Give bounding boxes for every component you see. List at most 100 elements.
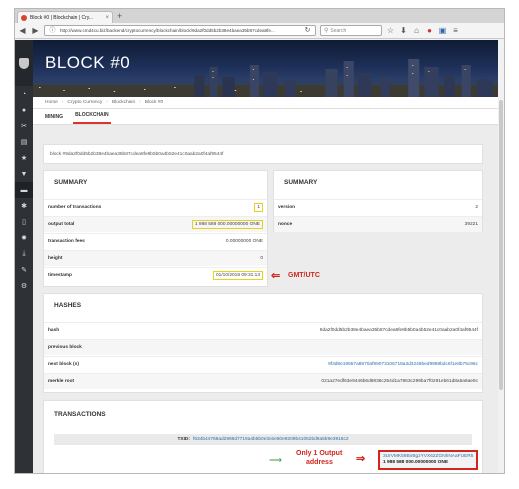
- tab-mining[interactable]: MINING: [43, 114, 65, 124]
- output-box: 3UrVMK59BnBgzYVX62ZGNhNAaFUER5 1 988 588…: [378, 450, 478, 470]
- row-label: hash: [48, 328, 60, 333]
- timestamp-annotation: GMT/UTC: [288, 272, 320, 279]
- sidebar-item-layers[interactable]: ▤: [15, 134, 33, 150]
- txid-link[interactable]: f634b44768ad2998d7719a4b5b0e3c6e50e9209b…: [193, 437, 349, 442]
- download-icon: ⤓: [22, 250, 26, 257]
- tab-title: Block #0 | Blockchain | Cry...: [30, 14, 94, 21]
- sidebar-item-star[interactable]: ★: [15, 150, 33, 166]
- breadcrumb-blockchain[interactable]: Blockchain: [112, 100, 135, 105]
- breadcrumb-separator: ›: [139, 100, 141, 105]
- row-label: merkle root: [48, 379, 75, 384]
- output-arrow-icon: ⇒: [356, 453, 366, 465]
- scrollbar-thumb[interactable]: [499, 100, 503, 390]
- hash-row: hash 9da2f0dd5b2b38e4baea35b87cdea8fe8b5…: [44, 322, 482, 338]
- merkle-root-row: merkle root 021a27edf63e9446b6d8836c254d…: [44, 373, 482, 389]
- new-tab-button[interactable]: +: [117, 11, 122, 21]
- row-label: number of transactions: [48, 205, 102, 210]
- hashes-title: HASHES: [54, 302, 82, 309]
- sidebar-item-user[interactable]: ●: [15, 102, 33, 118]
- breadcrumb-block: Block #0: [144, 100, 164, 105]
- summary-panel-right: SUMMARY version 2 nonce 39221: [273, 170, 483, 232]
- menu-icon[interactable]: ≡: [451, 26, 460, 36]
- breadcrumb-crypto-currency[interactable]: Crypto Currency: [67, 100, 102, 105]
- tab-strip: Block #0 | Blockchain | Cry... × +: [15, 9, 504, 23]
- browser-tab[interactable]: Block #0 | Blockchain | Cry... ×: [17, 11, 113, 23]
- summary-panel-left: SUMMARY number of transactions 1 output …: [43, 170, 268, 287]
- forward-icon[interactable]: ▶: [31, 26, 40, 36]
- back-icon[interactable]: ◀: [18, 26, 27, 36]
- row-value: 0.00000000 ONE: [225, 239, 263, 244]
- tab-blockchain[interactable]: BLOCKCHAIN: [73, 112, 111, 124]
- gear-icon: ✹: [21, 235, 27, 242]
- timestamp-arrow-icon: ⇐: [271, 270, 281, 282]
- summary-title: SUMMARY: [284, 179, 318, 186]
- tools-icon: ✂: [21, 123, 27, 130]
- page-scrollbar[interactable]: [498, 40, 504, 473]
- sidebar-item-asterisk[interactable]: ✱: [15, 198, 33, 214]
- download-icon[interactable]: ⬇: [399, 26, 408, 36]
- star-icon: ★: [20, 155, 28, 162]
- row-label: height: [48, 256, 63, 261]
- next-block-link[interactable]: 9f3d8e19557a8870af99073106718a3d3249bed9…: [328, 362, 478, 367]
- search-input[interactable]: ⚲ Search: [320, 25, 382, 36]
- row-label: timestamp: [48, 273, 72, 278]
- pen-icon: ✎: [21, 267, 27, 274]
- reload-icon[interactable]: ↻: [303, 26, 312, 36]
- sidebar-item-config[interactable]: ⚙: [15, 278, 33, 294]
- sidebar-item-dashboard[interactable]: ◔: [15, 86, 33, 102]
- sidebar-item-tools[interactable]: ✂: [15, 118, 33, 134]
- row-value: 9da2f0dd5b2b38e4baea35b87cdea8fe8b5b0a4b…: [319, 328, 478, 333]
- user-icon: ●: [21, 106, 27, 114]
- breadcrumb: Home › Crypto Currency › Blockchain › Bl…: [33, 97, 504, 109]
- page-header: BLOCK #0: [33, 40, 504, 97]
- sidebar-item-cart[interactable]: ▼: [15, 166, 33, 182]
- txid-label: TXID:: [177, 437, 190, 442]
- row-value: 2: [475, 205, 478, 210]
- close-tab-icon[interactable]: ×: [105, 15, 109, 21]
- next-block-row: next block (s) 9f3d8e19557a8870af9907310…: [44, 356, 482, 372]
- main-content: BLOCK #0 Home › Crypto Currency › Blockc…: [33, 40, 504, 473]
- app-sidebar: ◔ ● ✂ ▤ ★ ▼ ▬ ✱ ▯ ✹ ⤓ ✎ ⚙: [15, 40, 33, 473]
- shield-logo-icon: [19, 57, 29, 69]
- info-icon[interactable]: ⓘ: [48, 26, 57, 36]
- section-tabs: MINING BLOCKCHAIN: [33, 109, 504, 125]
- home-icon[interactable]: ⌂: [412, 26, 421, 36]
- hashes-panel: HASHES hash 9da2f0dd5b2b38e4baea35b87cde…: [43, 293, 483, 393]
- summary-row-timestamp: timestamp 01/10/2018 09:31:13: [44, 267, 267, 283]
- cart-icon: ▼: [20, 170, 28, 178]
- row-value: 1 988 588 000.00000000 ONE: [191, 220, 263, 229]
- row-label: previous block: [48, 345, 82, 350]
- addon-icon[interactable]: ●: [425, 26, 434, 36]
- sidebar-item-doc[interactable]: ▯: [15, 214, 33, 230]
- sidebar-item-settings[interactable]: ✹: [15, 230, 33, 246]
- summary-title: SUMMARY: [54, 179, 88, 186]
- summary-row-transactions: number of transactions 1: [44, 199, 267, 215]
- previous-block-row: previous block: [44, 339, 482, 355]
- txid-bar: TXID: f634b44768ad2998d7719a4b5b0e3c6e50…: [54, 434, 472, 445]
- block-hash-panel: block #9da2f0dd5b2b38e4baea35b87cdea8fe8…: [43, 144, 483, 164]
- shield-icon[interactable]: ▣: [438, 26, 447, 36]
- url-bar[interactable]: ⓘ http://www.cmd4cu.biz/backend/cryptocu…: [44, 25, 316, 36]
- settings-icon: ⚙: [20, 283, 28, 290]
- row-label: version: [278, 205, 296, 210]
- search-icon: ⚲: [324, 28, 329, 34]
- browser-window: Block #0 | Blockchain | Cry... × + ◀ ▶ ⓘ…: [14, 8, 505, 474]
- summary-row-nonce: nonce 39221: [274, 216, 482, 232]
- row-value: 39221: [464, 222, 478, 227]
- row-label: transaction fees: [48, 239, 85, 244]
- bookmark-icon[interactable]: ☆: [386, 26, 395, 36]
- summary-row-fees: transaction fees 0.00000000 ONE: [44, 233, 267, 249]
- sidebar-item-wallet[interactable]: ▬: [15, 182, 33, 198]
- output-annotation-line2: address: [306, 459, 333, 466]
- sidebar-item-edit[interactable]: ✎: [15, 262, 33, 278]
- row-value: 0: [260, 256, 263, 261]
- page-title: BLOCK #0: [45, 53, 131, 72]
- green-arrow-icon: ⟶: [269, 455, 282, 465]
- output-annotation-line1: Only 1 Output: [296, 450, 343, 457]
- breadcrumb-home[interactable]: Home: [45, 100, 58, 105]
- breadcrumb-separator: ›: [61, 100, 64, 105]
- gauge-icon: ◔: [21, 90, 27, 98]
- layers-icon: ▤: [20, 139, 28, 146]
- sidebar-item-download[interactable]: ⤓: [15, 246, 33, 262]
- url-text: http://www.cmd4cu.biz/backend/cryptocurr…: [60, 28, 275, 33]
